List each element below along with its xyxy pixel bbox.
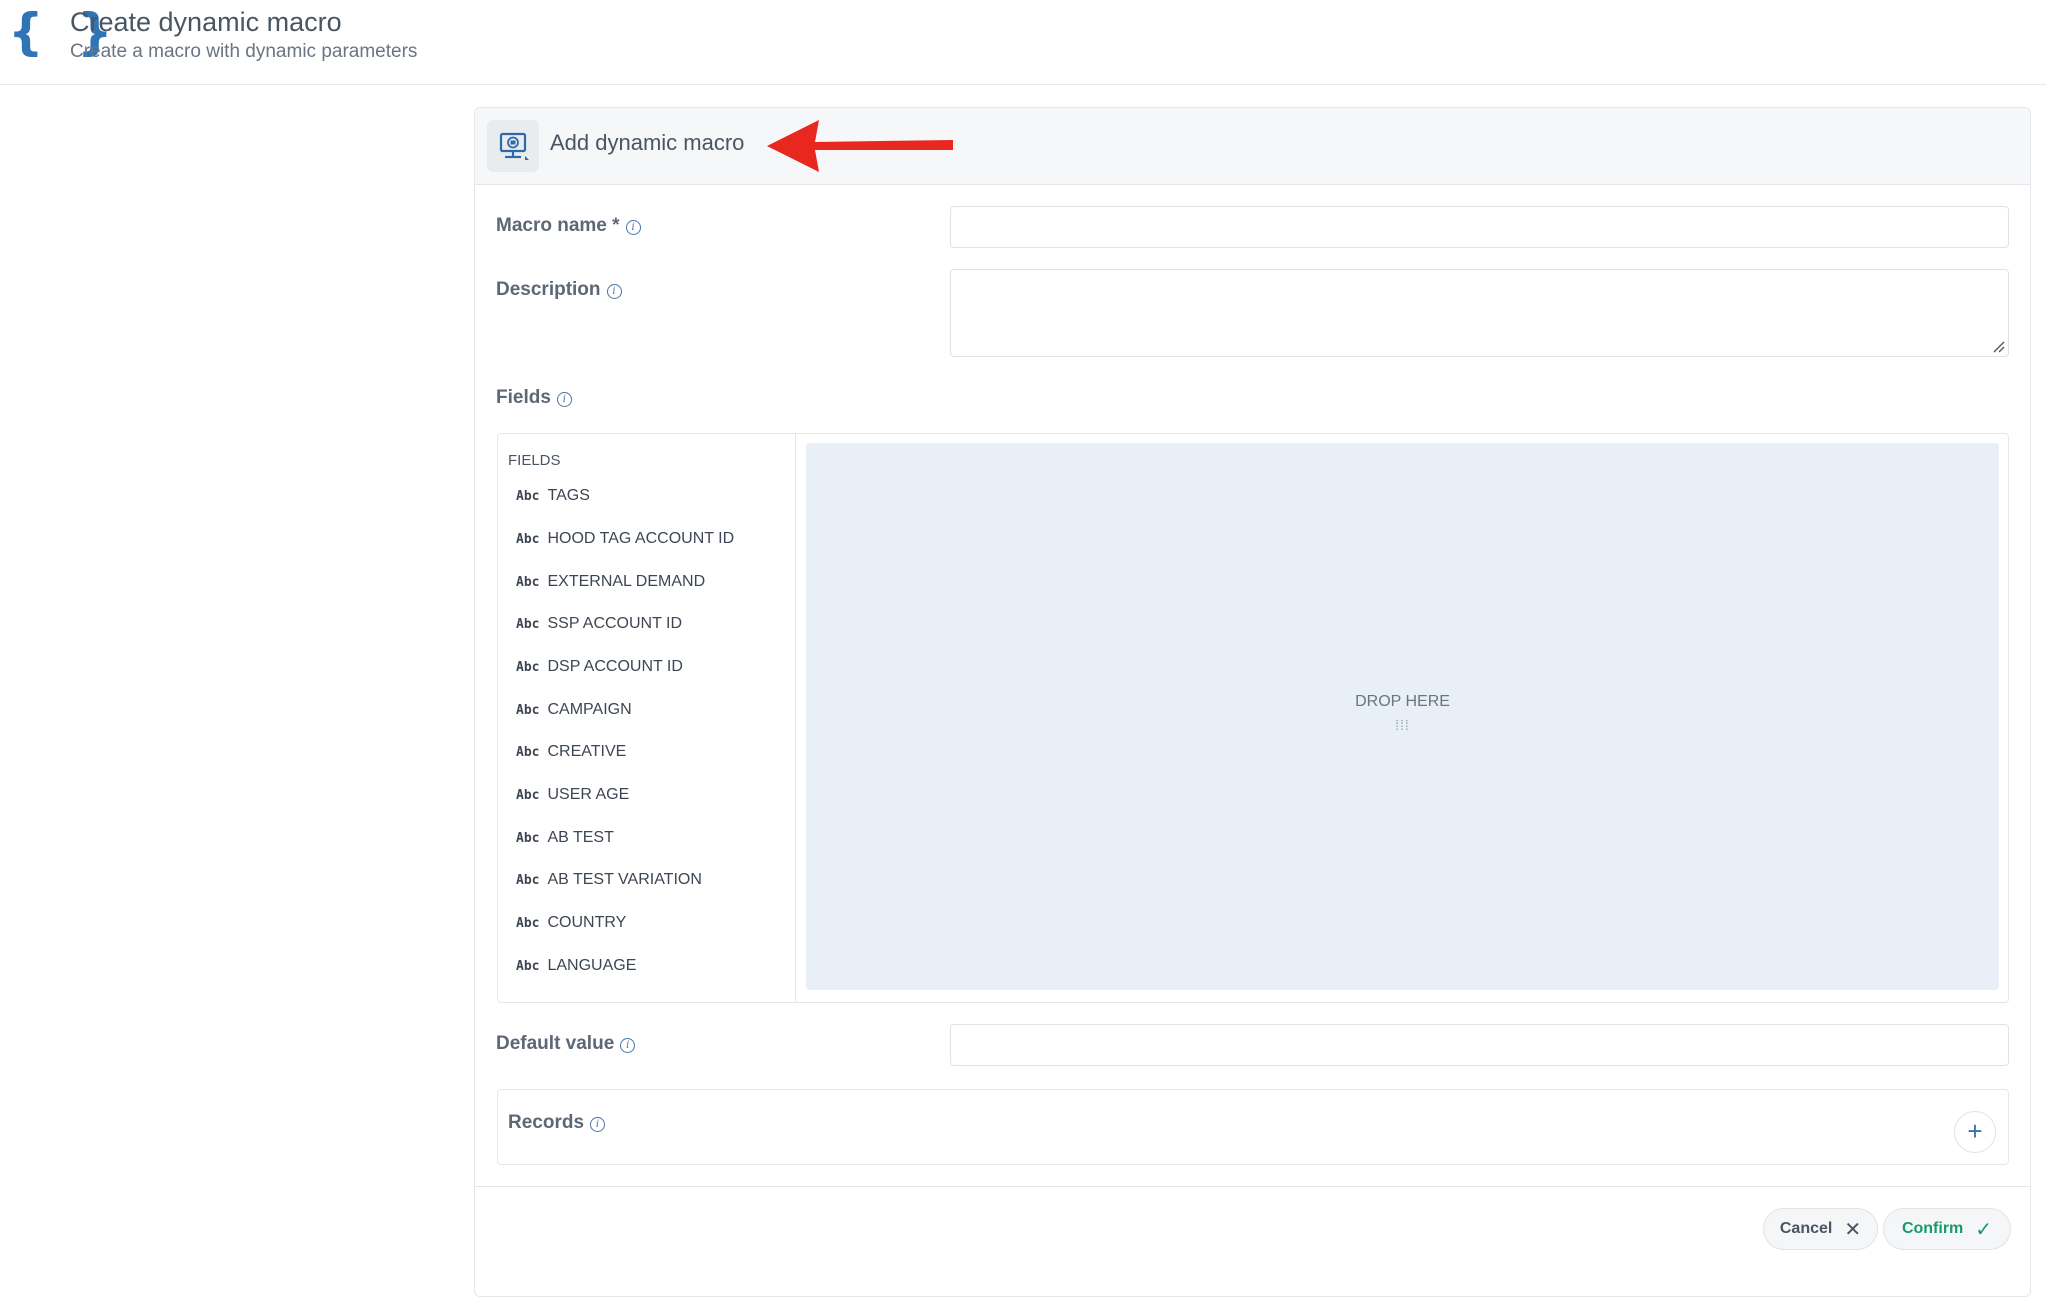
- fields-list: FIELDS Abc TAGS Abc HOOD TAG ACCOUNT ID Ab…: [498, 434, 796, 1002]
- checkmark-icon: ✓: [1975, 1218, 1993, 1241]
- card-header: Add dynamic macro: [475, 108, 2030, 185]
- text-type-icon: Abc: [516, 915, 540, 931]
- macro-monitor-icon: [487, 120, 539, 172]
- text-type-icon: Abc: [516, 531, 540, 547]
- field-item-ab-test[interactable]: Abc AB TEST: [516, 825, 614, 851]
- drop-zone[interactable]: DROP HERE ⁞⁞⁞: [806, 443, 1999, 990]
- info-icon[interactable]: i: [620, 1038, 636, 1053]
- text-type-icon: Abc: [516, 958, 540, 974]
- info-icon[interactable]: i: [606, 284, 622, 299]
- text-type-icon: Abc: [516, 744, 540, 760]
- macro-name-label: Macro name * i: [496, 215, 641, 237]
- field-item-country[interactable]: Abc COUNTRY: [516, 910, 626, 936]
- text-type-icon: Abc: [516, 830, 540, 846]
- field-item-campaign[interactable]: Abc CAMPAIGN: [516, 697, 632, 723]
- default-value-label: Default value i: [496, 1033, 636, 1055]
- description-textarea[interactable]: [950, 269, 2009, 357]
- field-item-ssp-account-id[interactable]: Abc SSP ACCOUNT ID: [516, 611, 682, 637]
- records-section: Records i +: [497, 1089, 2009, 1165]
- red-arrow-annotation: [767, 120, 953, 172]
- confirm-button[interactable]: Confirm ✓: [1883, 1208, 2011, 1250]
- footer-divider: [475, 1186, 2030, 1187]
- drag-dots-icon: ⁞⁞⁞: [1395, 717, 1410, 733]
- resize-handle-icon[interactable]: [1992, 340, 2006, 354]
- text-type-icon: Abc: [516, 787, 540, 803]
- records-label: Records i: [508, 1112, 606, 1134]
- text-type-icon: Abc: [516, 659, 540, 675]
- fields-label: Fields i: [496, 387, 572, 409]
- field-item-ab-test-variation[interactable]: Abc AB TEST VARIATION: [516, 867, 702, 893]
- add-macro-card: Add dynamic macro Macro name * i Descript…: [474, 107, 2031, 1297]
- close-icon: ✕: [1844, 1218, 1862, 1241]
- page-subtitle: Create a macro with dynamic parameters: [70, 41, 418, 62]
- info-icon[interactable]: i: [590, 1117, 606, 1132]
- info-icon[interactable]: i: [625, 220, 641, 235]
- page-title: Create dynamic macro: [70, 7, 342, 37]
- app-header: { } Create dynamic macro Create a macro …: [0, 0, 2046, 85]
- card-title: Add dynamic macro: [550, 130, 745, 155]
- fields-builder: FIELDS Abc TAGS Abc HOOD TAG ACCOUNT ID Ab…: [497, 433, 2009, 1003]
- field-item-dsp-account-id[interactable]: Abc DSP ACCOUNT ID: [516, 654, 683, 680]
- cancel-button[interactable]: Cancel ✕: [1763, 1208, 1878, 1250]
- field-item-external-demand[interactable]: Abc EXTERNAL DEMAND: [516, 569, 705, 595]
- description-label: Description i: [496, 279, 622, 301]
- drop-zone-label: DROP HERE: [1355, 693, 1450, 710]
- text-type-icon: Abc: [516, 616, 540, 632]
- default-value-input[interactable]: [950, 1024, 2009, 1066]
- text-type-icon: Abc: [516, 574, 540, 590]
- text-type-icon: Abc: [516, 488, 540, 504]
- field-item-hood-tag-account-id[interactable]: Abc HOOD TAG ACCOUNT ID: [516, 526, 734, 552]
- field-item-user-age[interactable]: Abc USER AGE: [516, 782, 629, 808]
- info-icon[interactable]: i: [556, 392, 572, 407]
- macro-name-input[interactable]: [950, 206, 2009, 248]
- add-record-button[interactable]: +: [1954, 1111, 1996, 1153]
- text-type-icon: Abc: [516, 702, 540, 718]
- field-item-creative[interactable]: Abc CREATIVE: [516, 739, 626, 765]
- text-type-icon: Abc: [516, 872, 540, 888]
- fields-list-heading: FIELDS: [508, 452, 561, 469]
- field-item-tags[interactable]: Abc TAGS: [516, 483, 590, 509]
- field-item-language[interactable]: Abc LANGUAGE: [516, 953, 636, 979]
